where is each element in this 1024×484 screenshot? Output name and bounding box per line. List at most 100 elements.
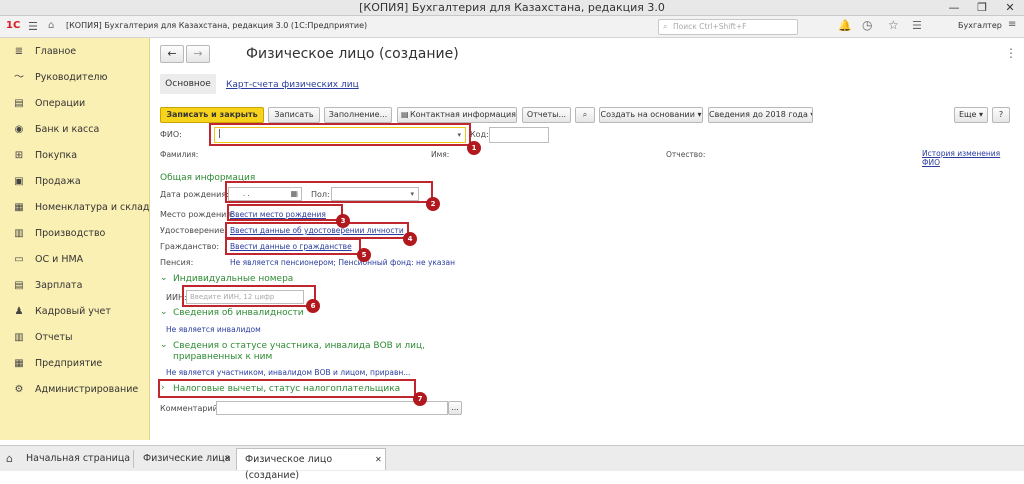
sidebar-item-6[interactable]: ▣ Продажа (0, 169, 150, 195)
citizenship-link[interactable]: Ввести данные о гражданстве (230, 242, 352, 251)
close-tab-icon[interactable]: ✕ (224, 449, 231, 469)
window-title: [КОПИЯ] Бухгалтерия для Казахстана, реда… (359, 1, 665, 14)
calendar-icon[interactable]: ▦ (290, 188, 298, 200)
history-icon[interactable]: ◷ (862, 18, 872, 32)
settings-menu-icon[interactable]: ≡ (1008, 19, 1016, 30)
window-titlebar: [КОПИЯ] Бухгалтерия для Казахстана, реда… (0, 0, 1024, 16)
pension-link[interactable]: Не является пенсионером; Пенсионный фонд… (230, 258, 455, 267)
bell-icon[interactable]: 🔔 (838, 19, 852, 32)
chevron-down-icon[interactable]: ⌄ (160, 307, 168, 317)
iin-label: ИИН: (166, 293, 187, 302)
contact-info-button[interactable]: ▤ Контактная информация (397, 107, 517, 123)
sidebar-item-2[interactable]: 〜 Руководителю (0, 65, 150, 91)
marker-3: 3 (336, 214, 350, 228)
sidebar-item-label: Руководителю (35, 72, 108, 83)
fio-input[interactable]: | ▾ (214, 127, 466, 143)
marker-6: 6 (306, 299, 320, 313)
sidebar-item-label: Операции (35, 98, 86, 109)
iin-input[interactable]: Введите ИИН, 12 цифр (186, 290, 304, 304)
page-title: Физическое лицо (создание) (246, 46, 459, 62)
tax-section-header[interactable]: Налоговые вычеты, статус налогоплательщи… (173, 384, 400, 394)
marker-2: 2 (426, 197, 440, 211)
sidebar-item-14[interactable]: ⚙ Администрирование (0, 377, 150, 403)
back-button[interactable]: ← (160, 45, 184, 63)
fill-button[interactable]: Заполнение... (324, 107, 392, 123)
individual-section-header[interactable]: Индивидуальные номера (173, 274, 293, 284)
sidebar-item-1[interactable]: ≣ Главное (0, 39, 150, 65)
truck-icon: ▭ (14, 254, 24, 265)
menu-icon[interactable]: ☰ (28, 20, 38, 33)
birth-date-input[interactable]: . . ▦ (228, 187, 302, 201)
dropdown-arrow-icon[interactable]: ▾ (457, 129, 461, 141)
sidebar-item-12[interactable]: ▥ Отчеты (0, 325, 150, 351)
attach-button[interactable]: ⌕ (575, 107, 595, 123)
people-icon: ♟ (14, 306, 24, 317)
sidebar-item-5[interactable]: ⊞ Покупка (0, 143, 150, 169)
sidebar-item-label: Банк и касса (35, 124, 100, 135)
gender-label: Пол: (311, 190, 330, 199)
chevron-right-icon[interactable]: › (161, 383, 165, 393)
comment-input[interactable] (216, 401, 448, 415)
sidebar-item-label: Предприятие (35, 358, 103, 369)
paperclip-icon: ⌕ (582, 110, 588, 119)
disability-section-header[interactable]: Сведения об инвалидности (173, 308, 304, 318)
marker-4: 4 (403, 232, 417, 246)
sidebar-item-13[interactable]: ▦ Предприятие (0, 351, 150, 377)
info2018-button[interactable]: Сведения до 2018 года ▾ (708, 107, 813, 123)
tab-main[interactable]: Основное (160, 74, 216, 94)
close-button[interactable]: ✕ (996, 0, 1024, 16)
patronymic-label: Отчество: (666, 150, 706, 159)
veteran-section-header[interactable]: Сведения о статусе участника, инвалида В… (173, 341, 433, 363)
sidebar-item-9[interactable]: ▭ ОС и НМА (0, 247, 150, 273)
tab-individuals[interactable]: Физические лица (143, 449, 231, 469)
reports-button[interactable]: Отчеты... (522, 107, 571, 123)
chevron-down-icon[interactable]: ⌄ (160, 273, 168, 283)
veteran-link[interactable]: Не является участником, инвалидом ВОВ и … (166, 368, 410, 377)
sidebar-item-4[interactable]: ◉ Банк и касса (0, 117, 150, 143)
sidebar-item-11[interactable]: ♟ Кадровый учет (0, 299, 150, 325)
tab-accounts[interactable]: Карт-счета физических лиц (226, 80, 359, 90)
birthplace-label: Место рождения: (160, 210, 234, 219)
user-icon[interactable]: ☰ (912, 19, 922, 32)
minimize-button[interactable]: — (940, 0, 968, 16)
code-input[interactable] (489, 127, 549, 143)
sidebar-item-label: ОС и НМА (35, 254, 84, 265)
sidebar-item-7[interactable]: ▦ Номенклатура и склад (0, 195, 150, 221)
forward-button[interactable]: → (186, 45, 210, 63)
save-button[interactable]: Записать (268, 107, 320, 123)
help-button[interactable]: ? (992, 107, 1010, 123)
history-link[interactable]: История изменения ФИО (922, 149, 1012, 167)
restore-button[interactable]: ❐ (968, 0, 996, 16)
app-title: [КОПИЯ] Бухгалтерия для Казахстана, реда… (66, 21, 368, 30)
comment-label: Комментарий: (160, 404, 221, 413)
tab-home-page[interactable]: Начальная страница (26, 449, 130, 469)
chevron-down-icon[interactable]: ⌄ (160, 340, 168, 350)
home-icon[interactable]: ⌂ (6, 449, 13, 469)
id-link[interactable]: Ввести данные об удостоверении личности (230, 226, 404, 235)
close-tab-icon[interactable]: ✕ (375, 452, 382, 468)
search-input[interactable]: ⌕ Поиск Ctrl+Shift+F (658, 19, 798, 35)
user-name[interactable]: Бухгалтер (958, 21, 1002, 30)
gender-select[interactable]: ▾ (331, 187, 419, 201)
more-options-icon[interactable]: ⋮ (1005, 46, 1017, 60)
sidebar-item-3[interactable]: ▤ Операции (0, 91, 150, 117)
marker-5: 5 (357, 248, 371, 262)
dropdown-arrow-icon[interactable]: ▾ (410, 188, 414, 200)
more-button[interactable]: Еще ▾ (954, 107, 988, 123)
save-close-button[interactable]: Записать и закрыть (160, 107, 264, 123)
arrow-right-icon: → (193, 47, 203, 60)
code-label: Код: (470, 130, 489, 139)
search-placeholder: Поиск Ctrl+Shift+F (673, 22, 747, 31)
home-icon[interactable]: ⌂ (48, 20, 54, 31)
sidebar-item-label: Администрирование (35, 384, 139, 395)
create-based-button[interactable]: Создать на основании ▾ (599, 107, 703, 123)
sidebar-item-8[interactable]: ▥ Производство (0, 221, 150, 247)
comment-select-button[interactable]: ... (448, 401, 462, 415)
disability-link[interactable]: Не является инвалидом (166, 325, 261, 334)
sidebar-item-label: Зарплата (35, 280, 83, 291)
sidebar-item-10[interactable]: ▤ Зарплата (0, 273, 150, 299)
birthplace-link[interactable]: Ввести место рождения (230, 210, 326, 219)
tab-current-form[interactable]: Физическое лицо (создание) ✕ (236, 448, 386, 481)
general-section-header: Общая информация (160, 173, 256, 183)
star-icon[interactable]: ☆ (888, 18, 899, 32)
